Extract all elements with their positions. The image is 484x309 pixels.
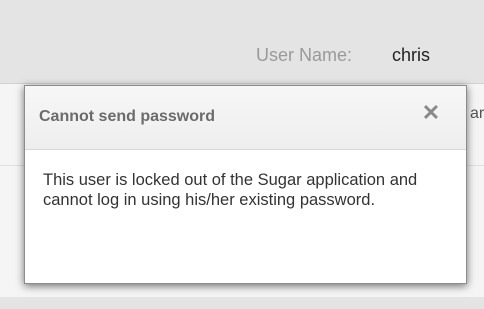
- dialog-header: Cannot send password ✕: [25, 86, 466, 150]
- close-icon[interactable]: ✕: [420, 100, 442, 126]
- dialog-title: Cannot send password: [39, 108, 216, 125]
- background-text-fragment: ar: [470, 105, 484, 122]
- bottom-strip: [0, 297, 484, 309]
- username-label: User Name:: [256, 45, 353, 65]
- cannot-send-password-dialog: Cannot send password ✕ This user is lock…: [24, 85, 467, 284]
- username-value: chris: [392, 45, 431, 65]
- top-bar: [0, 0, 484, 84]
- dialog-message: This user is locked out of the Sugar app…: [43, 171, 418, 209]
